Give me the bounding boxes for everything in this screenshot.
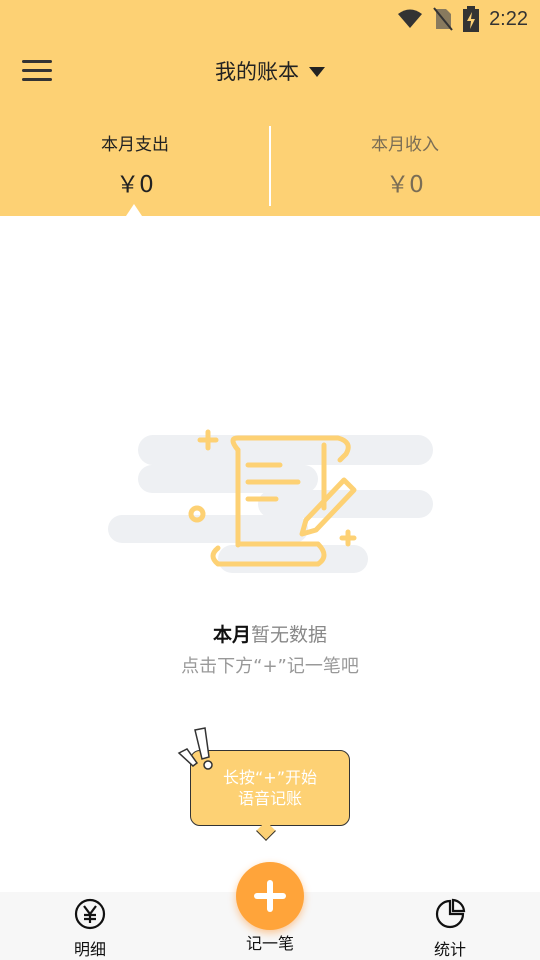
voice-tip-line2: 语音记账 [237, 789, 302, 808]
scroll-with-pen-illustration [108, 429, 433, 573]
caret-down-icon [309, 67, 325, 77]
status-time: 2:22 [489, 7, 528, 30]
tab-indicator [126, 204, 142, 216]
voice-tip-bubble: 长按“+”开始 语音记账 [175, 725, 355, 841]
empty-title-light: 暂无数据 [251, 624, 328, 646]
empty-state-hint: 点击下方“+”记一笔吧 [181, 656, 359, 677]
wifi-icon [398, 9, 423, 28]
no-sim-icon [433, 7, 453, 31]
book-title: 我的账本 [215, 60, 299, 84]
book-selector[interactable]: 我的账本 [0, 56, 540, 86]
battery-charging-icon [463, 6, 480, 32]
month-summary: 本月支出 ￥0 本月收入 ￥0 [0, 126, 540, 216]
voice-tip-line1: 长按“+”开始 [223, 768, 317, 787]
summary-divider [269, 126, 271, 206]
add-record-button[interactable] [236, 862, 304, 930]
yen-circle-icon [74, 898, 106, 930]
status-icons: 2:22 [397, 6, 528, 32]
pie-chart-icon [435, 898, 466, 929]
status-bar: 2:22 [0, 0, 540, 36]
income-value: ￥0 [386, 172, 424, 198]
voice-tip-text: 长按“+”开始 语音记账 [190, 767, 350, 809]
header: 我的账本 本月支出 ￥0 本月收入 ￥0 [0, 36, 540, 216]
income-label: 本月收入 [371, 135, 439, 155]
tab-add-label: 记一笔 [245, 934, 294, 953]
expense-label: 本月支出 [101, 135, 169, 155]
expense-value: ￥0 [116, 172, 154, 198]
empty-title-strong: 本月 [212, 624, 251, 646]
income-tab[interactable]: 本月收入 ￥0 [270, 126, 540, 216]
empty-state-title: 本月暂无数据 [0, 620, 540, 647]
expense-tab[interactable]: 本月支出 ￥0 [0, 126, 270, 216]
